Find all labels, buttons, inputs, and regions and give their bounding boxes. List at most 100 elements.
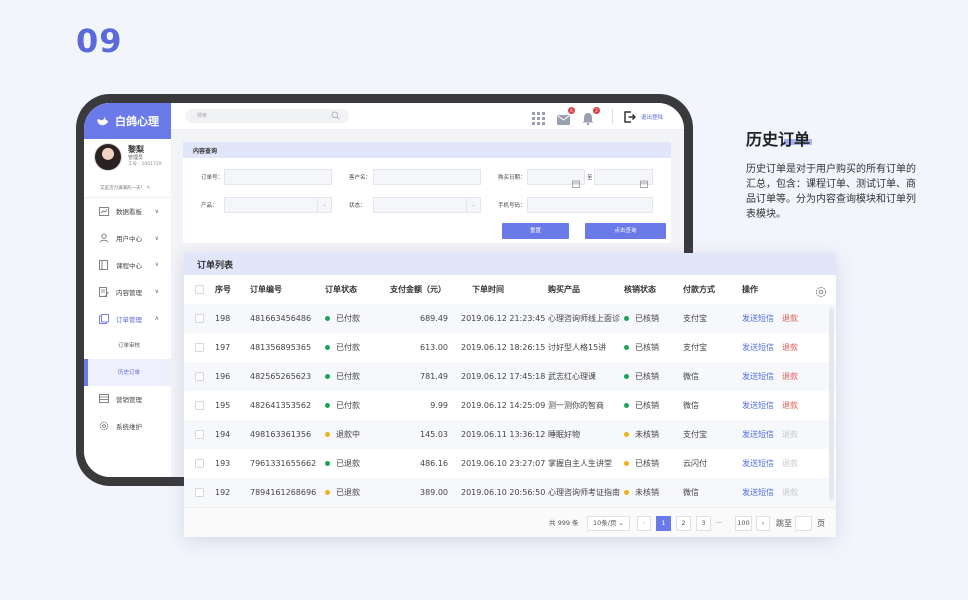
user-icon: [98, 233, 109, 244]
refund-link[interactable]: 退款: [782, 304, 798, 333]
row-checkbox[interactable]: [195, 343, 204, 352]
calendar-icon[interactable]: [640, 173, 648, 192]
refund-link[interactable]: 退款: [782, 449, 798, 478]
order-no-input[interactable]: [224, 169, 332, 185]
user-profile[interactable]: 黎梨 管理员 工号：100172X: [84, 139, 171, 183]
avatar[interactable]: [94, 143, 122, 171]
edit-icon[interactable]: ✎: [146, 186, 150, 191]
send-sms-link[interactable]: 发送短信: [742, 391, 774, 420]
column-header: 核销状态: [624, 285, 656, 294]
sidebar-item-marketing[interactable]: 营销管理: [84, 386, 171, 413]
phone-input[interactable]: [527, 197, 653, 213]
order-status: 已付款: [325, 391, 360, 420]
end-date-input[interactable]: [594, 169, 653, 188]
sidebar-subitem-order-review[interactable]: 订单审核: [84, 332, 171, 359]
select-all-checkbox[interactable]: [195, 285, 204, 294]
marketing-icon: [98, 393, 109, 404]
row-checkbox[interactable]: [195, 488, 204, 497]
reset-button[interactable]: 重置: [502, 223, 569, 239]
sidebar-item-orders[interactable]: 订单管理 ∧: [84, 305, 171, 332]
row-index: 196: [215, 372, 231, 381]
refund-link[interactable]: 退款: [782, 333, 798, 362]
status-dot: [624, 316, 629, 321]
table-row[interactable]: 196 482565265623 已付款 781.49 2019.06.12 17:45…: [184, 362, 836, 391]
refund-link[interactable]: 退款: [782, 391, 798, 420]
product-name: 测一测你的智商: [548, 401, 604, 410]
verify-status: 未核销: [624, 420, 659, 449]
dove-icon: [97, 116, 108, 125]
table-row[interactable]: 198 481663456486 已付款 689.49 2019.06.12 21:23…: [184, 304, 836, 333]
section-title: 历史订单: [746, 130, 811, 149]
send-sms-link[interactable]: 发送短信: [742, 304, 774, 333]
status-select[interactable]: ⌄: [373, 197, 481, 213]
table-row[interactable]: 197 481356895365 已付款 613.00 2019.06.12 18:26…: [184, 333, 836, 362]
sidebar-item-content[interactable]: 内容管理 ∨: [84, 278, 171, 305]
gear-icon[interactable]: [815, 283, 827, 302]
row-index: 197: [215, 343, 231, 352]
send-sms-link[interactable]: 发送短信: [742, 478, 774, 507]
divider: [612, 109, 613, 124]
order-status: 已付款: [325, 304, 360, 333]
page-size-select[interactable]: 10条/页 ⌄: [587, 516, 630, 531]
row-checkbox[interactable]: [195, 372, 204, 381]
page-2-button[interactable]: 2: [676, 516, 691, 531]
page-1-button[interactable]: 1: [656, 516, 671, 531]
apps-grid-icon[interactable]: [532, 110, 546, 125]
send-sms-link[interactable]: 发送短信: [742, 420, 774, 449]
query-button[interactable]: 点击查询: [585, 223, 666, 239]
start-date-input[interactable]: [527, 169, 585, 188]
logout-button[interactable]: 退出登陆: [624, 110, 663, 124]
search-input[interactable]: 搜索: [185, 109, 349, 123]
row-checkbox[interactable]: [195, 430, 204, 439]
calendar-icon[interactable]: [572, 173, 580, 192]
sidebar-item-dashboard[interactable]: 数据看板 ∨: [84, 198, 171, 225]
bell-icon[interactable]: 2: [582, 107, 600, 126]
row-index: 195: [215, 401, 231, 410]
search-icon[interactable]: [331, 111, 340, 122]
sidebar-item-label: 数据看板: [116, 208, 142, 217]
row-index: 194: [215, 430, 231, 439]
page-3-button[interactable]: 3: [696, 516, 711, 531]
jump-page-input[interactable]: [795, 516, 812, 531]
row-checkbox[interactable]: [195, 314, 204, 323]
refund-link[interactable]: 退款: [782, 478, 798, 507]
table-scrollbar[interactable]: [829, 308, 834, 500]
order-status: 已付款: [325, 362, 360, 391]
order-time: 2019.06.10 20:56:50: [461, 488, 546, 497]
next-page-button[interactable]: ›: [756, 516, 770, 531]
product-name: 心理咨询师考证指南: [548, 488, 620, 497]
brand[interactable]: 白鸽心理: [84, 103, 171, 139]
refund-link[interactable]: 退款: [782, 362, 798, 391]
page-100-button[interactable]: 100: [735, 516, 752, 531]
row-index: 193: [215, 459, 231, 468]
send-sms-link[interactable]: 发送短信: [742, 449, 774, 478]
table-row[interactable]: 192 7894161268696 已退款 389.00 2019.06.10 20:5…: [184, 478, 836, 507]
prev-page-button[interactable]: ‹: [637, 516, 651, 531]
verify-status: 已核销: [624, 333, 659, 362]
logout-label: 退出登陆: [641, 115, 664, 121]
sidebar-subitem-order-history[interactable]: 历史订单: [84, 358, 171, 386]
sidebar-item-users[interactable]: 用户中心 ∨: [84, 225, 171, 252]
table-row[interactable]: 195 482641353562 已付款 9.99 2019.06.12 14:25:0…: [184, 391, 836, 420]
mail-icon[interactable]: 6: [557, 107, 575, 125]
orders-icon: [98, 313, 109, 324]
jump-label: 跳至: [776, 519, 792, 528]
table-row[interactable]: 193 7961331655662 已退款 486.16 2019.06.10 23:2…: [184, 449, 836, 478]
sidebar-item-system[interactable]: 系统维护: [84, 412, 171, 439]
user-id: 工号：100172X: [128, 162, 162, 167]
customer-input[interactable]: [373, 169, 481, 185]
refund-link[interactable]: 退款: [782, 420, 798, 449]
product-select[interactable]: ⌄: [224, 197, 332, 213]
order-number: 7894161268696: [250, 488, 317, 497]
row-checkbox[interactable]: [195, 459, 204, 468]
table-row[interactable]: 194 498163361356 退款中 145.03 2019.06.11 13:36…: [184, 420, 836, 449]
product-name: 睡眠好物: [548, 430, 580, 439]
sidebar-item-courses[interactable]: 课程中心 ∨: [84, 252, 171, 279]
verify-status: 已核销: [624, 391, 659, 420]
sidebar-item-label: 系统维护: [116, 422, 142, 431]
page-ellipsis[interactable]: ···: [716, 516, 722, 531]
row-checkbox[interactable]: [195, 401, 204, 410]
send-sms-link[interactable]: 发送短信: [742, 362, 774, 391]
status-dot: [325, 374, 330, 379]
send-sms-link[interactable]: 发送短信: [742, 333, 774, 362]
